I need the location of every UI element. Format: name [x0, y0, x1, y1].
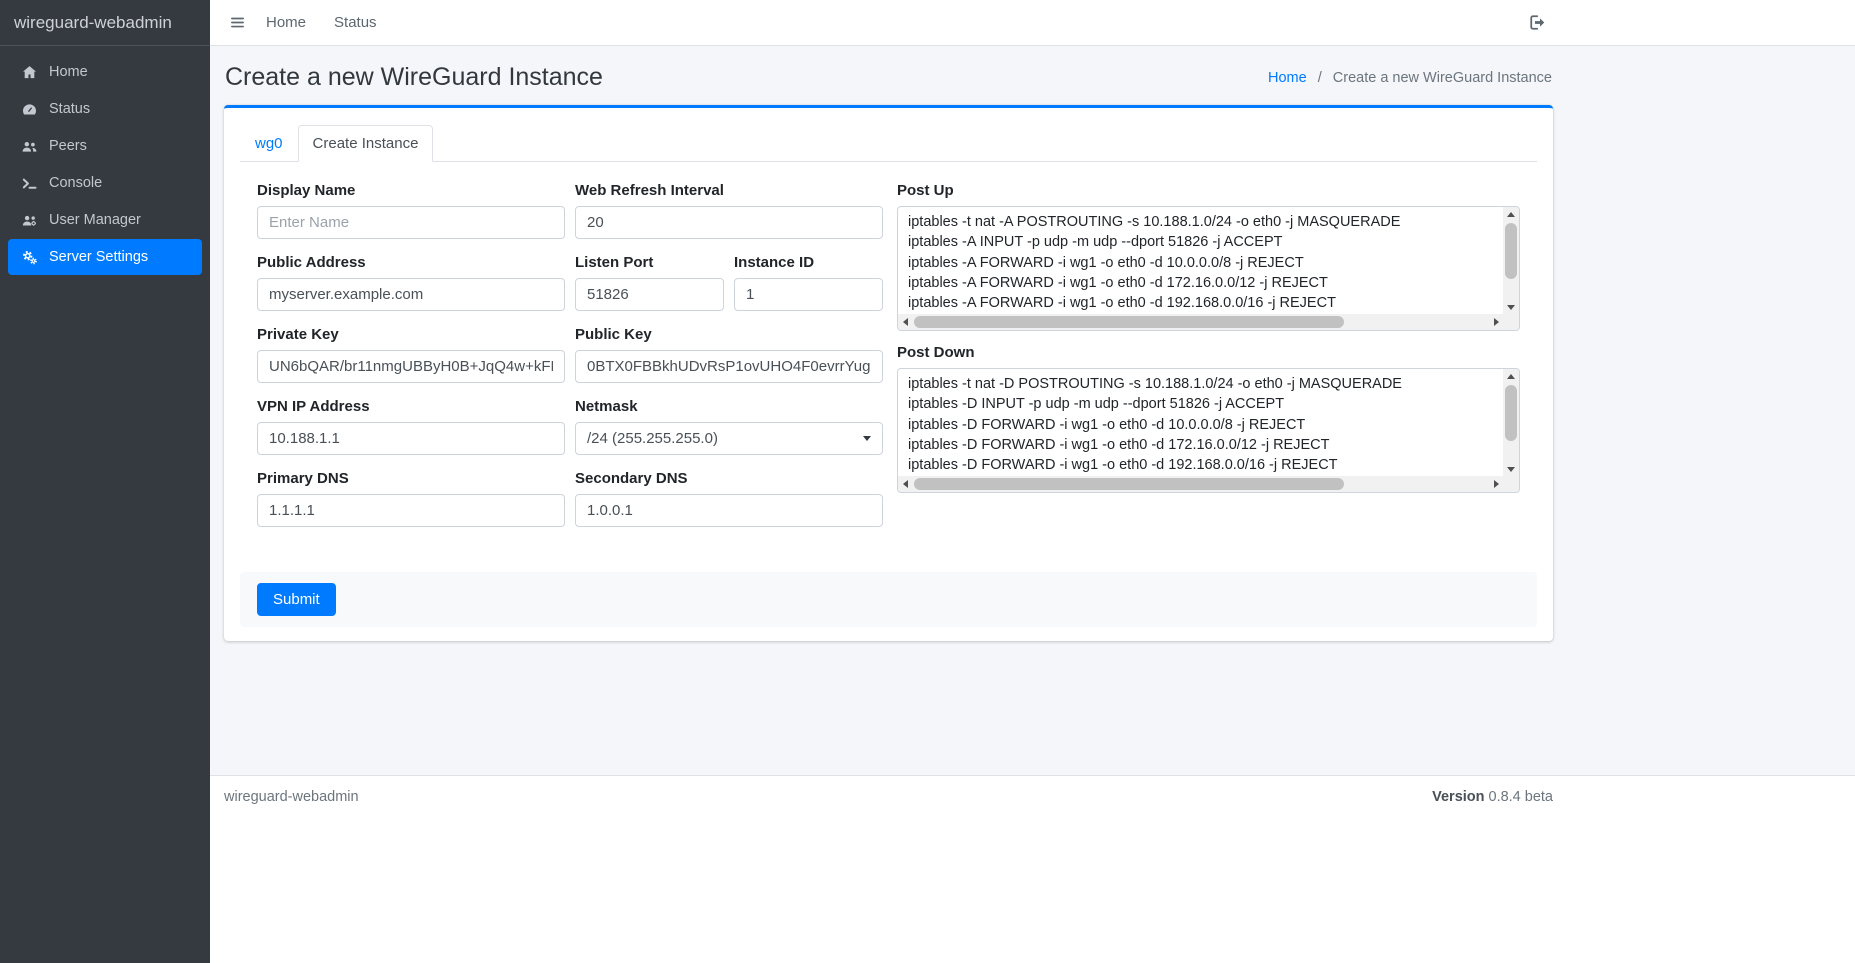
user-manager-icon [17, 212, 41, 229]
public-key-input[interactable] [575, 350, 883, 383]
instance-tabs: wg0 Create Instance [240, 125, 1537, 162]
post-up-label: Post Up [897, 182, 1520, 200]
brand-text: wireguard-webadmin [0, 0, 210, 46]
sidebar-item-label: User Manager [49, 212, 141, 228]
scroll-up-button[interactable] [1503, 207, 1519, 221]
nav-link-status[interactable]: Status [334, 14, 377, 31]
sidebar-item-home[interactable]: Home [8, 54, 202, 90]
sidebar-item-server-settings[interactable]: Server Settings [8, 239, 202, 275]
breadcrumb-home-link[interactable]: Home [1268, 70, 1307, 86]
peers-icon [17, 138, 41, 155]
post-up-text: iptables -t nat -A POSTROUTING -s 10.188… [898, 207, 1503, 314]
display-name-label: Display Name [257, 182, 565, 200]
post-down-textarea[interactable]: iptables -t nat -D POSTROUTING -s 10.188… [897, 368, 1520, 493]
vpn-ip-input[interactable] [257, 422, 565, 455]
form-left-column: Display Name Web Refresh Interval [257, 182, 883, 542]
instance-id-label: Instance ID [734, 254, 883, 272]
footer-version-label: Version [1432, 789, 1484, 805]
h-scroll-thumb[interactable] [914, 316, 1344, 328]
web-refresh-interval-label: Web Refresh Interval [575, 182, 883, 200]
secondary-dns-input[interactable] [575, 494, 883, 527]
sidebar-item-peers[interactable]: Peers [8, 128, 202, 164]
content-header: Create a new WireGuard Instance Home / C… [224, 58, 1553, 105]
sign-out-icon [1528, 13, 1547, 32]
web-refresh-interval-input[interactable] [575, 206, 883, 239]
form-right-column: Post Up iptables -t nat -A POSTROUTING -… [897, 182, 1520, 542]
scroll-up-button[interactable] [1503, 369, 1519, 383]
listen-port-input[interactable] [575, 278, 724, 311]
vpn-ip-label: VPN IP Address [257, 398, 565, 416]
primary-dns-label: Primary DNS [257, 470, 565, 488]
main-area: Home Status Create a new WireGuard Insta… [210, 0, 1855, 963]
scrollbar-corner [1503, 476, 1519, 492]
content-wrapper: Create a new WireGuard Instance Home / C… [210, 46, 1855, 775]
primary-dns-input[interactable] [257, 494, 565, 527]
breadcrumb-separator: / [1318, 70, 1322, 86]
scroll-right-button[interactable] [1489, 314, 1503, 330]
sidebar-item-status[interactable]: Status [8, 91, 202, 127]
scrollbar-corner [1503, 314, 1519, 330]
public-key-label: Public Key [575, 326, 883, 344]
post-down-text: iptables -t nat -D POSTROUTING -s 10.188… [898, 369, 1503, 476]
scroll-left-button[interactable] [898, 476, 912, 492]
scroll-right-button[interactable] [1489, 476, 1503, 492]
sidebar-item-label: Home [49, 64, 88, 80]
page-footer: wireguard-webadmin Version 0.8.4 beta [210, 775, 1855, 963]
instance-form: Display Name Web Refresh Interval [257, 182, 1520, 542]
public-address-input[interactable] [257, 278, 565, 311]
page-title: Create a new WireGuard Instance [225, 63, 603, 92]
instance-id-input[interactable] [734, 278, 883, 311]
netmask-select-wrap: /24 (255.255.255.0) [575, 422, 883, 455]
footer-version: Version 0.8.4 beta [1432, 789, 1553, 805]
secondary-dns-label: Secondary DNS [575, 470, 883, 488]
public-address-label: Public Address [257, 254, 565, 272]
private-key-label: Private Key [257, 326, 565, 344]
netmask-label: Netmask [575, 398, 883, 416]
footer-version-value: 0.8.4 beta [1489, 789, 1554, 805]
tachometer-icon [17, 101, 41, 118]
app-screen: wireguard-webadmin Home Status Peers [0, 0, 1855, 963]
post-up-v-scrollbar [1503, 207, 1519, 314]
bars-icon [229, 14, 246, 31]
post-down-h-scrollbar [898, 476, 1503, 492]
sidebar-item-label: Status [49, 101, 90, 117]
v-scroll-thumb[interactable] [1505, 385, 1517, 441]
sidebar-item-label: Console [49, 175, 102, 191]
footer-brand: wireguard-webadmin [224, 789, 359, 805]
breadcrumb-current: Create a new WireGuard Instance [1333, 70, 1552, 86]
gears-icon [17, 249, 41, 266]
terminal-icon [17, 175, 41, 192]
submit-bar: Submit [240, 572, 1537, 627]
netmask-select[interactable]: /24 (255.255.255.0) [575, 422, 883, 455]
menu-toggle-button[interactable] [229, 14, 246, 31]
tab-create-instance[interactable]: Create Instance [298, 125, 434, 162]
sidebar-nav: Home Status Peers Console [0, 46, 210, 284]
post-up-h-scrollbar [898, 314, 1503, 330]
display-name-input[interactable] [257, 206, 565, 239]
home-icon [17, 64, 41, 81]
listen-port-label: Listen Port [575, 254, 724, 272]
scroll-left-button[interactable] [898, 314, 912, 330]
h-scroll-thumb[interactable] [914, 478, 1344, 490]
nav-link-home[interactable]: Home [266, 14, 306, 31]
v-scroll-thumb[interactable] [1505, 223, 1517, 279]
post-down-label: Post Down [897, 344, 1520, 362]
submit-button[interactable]: Submit [257, 583, 336, 616]
post-down-v-scrollbar [1503, 369, 1519, 476]
instance-card: wg0 Create Instance Display Name [224, 105, 1553, 641]
sidebar-item-user-manager[interactable]: User Manager [8, 202, 202, 238]
sidebar-item-label: Server Settings [49, 249, 148, 265]
scroll-down-button[interactable] [1503, 462, 1519, 476]
tab-wg0[interactable]: wg0 [240, 125, 298, 162]
sidebar-item-label: Peers [49, 138, 87, 154]
scroll-down-button[interactable] [1503, 300, 1519, 314]
logout-button[interactable] [1528, 13, 1547, 32]
post-up-textarea[interactable]: iptables -t nat -A POSTROUTING -s 10.188… [897, 206, 1520, 331]
top-navbar: Home Status [210, 0, 1855, 46]
private-key-input[interactable] [257, 350, 565, 383]
breadcrumb: Home / Create a new WireGuard Instance [1268, 70, 1552, 86]
sidebar-item-console[interactable]: Console [8, 165, 202, 201]
sidebar: wireguard-webadmin Home Status Peers [0, 0, 210, 963]
